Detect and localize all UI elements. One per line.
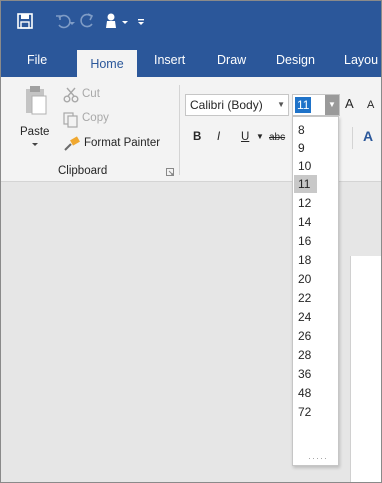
text-effects-button[interactable]: A xyxy=(363,128,373,144)
tab-home[interactable]: Home xyxy=(77,50,137,77)
copy-icon[interactable] xyxy=(63,112,79,128)
chevron-down-icon[interactable]: ▼ xyxy=(277,95,285,115)
ribbon-tabs: File Home Insert Draw Design Layou xyxy=(1,41,381,77)
font-size-option[interactable]: 10 xyxy=(294,157,317,175)
paste-dropdown-icon[interactable] xyxy=(31,142,39,148)
font-size-dropdown-list: 8 9 10 11 12 14 16 18 20 22 24 26 28 36 48 72 ····· xyxy=(292,116,339,466)
strikethrough-button[interactable]: abc xyxy=(269,132,285,143)
font-size-option[interactable]: 9 xyxy=(294,139,317,157)
tab-file[interactable]: File xyxy=(19,50,55,77)
font-size-option[interactable]: 11 xyxy=(294,175,317,193)
font-size-option[interactable]: 22 xyxy=(294,289,317,307)
font-size-option[interactable]: 26 xyxy=(294,327,317,345)
resize-grip-icon[interactable]: ····· xyxy=(308,454,328,463)
group-separator xyxy=(179,85,180,175)
cut-icon[interactable] xyxy=(63,87,79,103)
font-size-option[interactable]: 48 xyxy=(294,384,317,402)
touch-mode-icon[interactable] xyxy=(101,11,121,31)
font-size-option[interactable]: 28 xyxy=(294,346,317,364)
font-size-option[interactable]: 24 xyxy=(294,308,317,326)
save-icon[interactable] xyxy=(15,11,35,31)
tab-design[interactable]: Design xyxy=(268,50,323,77)
touch-mode-dropdown-icon[interactable] xyxy=(119,11,131,31)
font-size-box[interactable]: 11 ▼ xyxy=(292,94,340,116)
group-separator xyxy=(352,127,353,149)
tab-layout[interactable]: Layou xyxy=(336,50,381,77)
cut-label[interactable]: Cut xyxy=(82,88,100,100)
copy-label[interactable]: Copy xyxy=(82,112,109,124)
font-size-option[interactable]: 36 xyxy=(294,365,317,383)
font-size-value[interactable]: 11 xyxy=(295,97,312,113)
clipboard-group-label: Clipboard xyxy=(58,165,108,177)
font-size-option[interactable]: 72 xyxy=(294,403,317,421)
paste-label[interactable]: Paste xyxy=(20,126,49,138)
undo-dropdown-icon[interactable] xyxy=(67,11,77,31)
bold-button[interactable]: B xyxy=(193,131,201,143)
quick-access-toolbar xyxy=(1,1,381,41)
grow-font-button[interactable]: A xyxy=(345,96,354,111)
font-size-option[interactable]: 14 xyxy=(294,213,317,231)
italic-button[interactable]: I xyxy=(217,131,220,143)
redo-icon[interactable] xyxy=(77,11,97,31)
font-size-option[interactable]: 16 xyxy=(294,232,317,250)
paste-icon[interactable] xyxy=(23,84,49,116)
format-painter-label[interactable]: Format Painter xyxy=(84,137,160,149)
clipboard-dialog-launcher-icon[interactable] xyxy=(166,168,174,176)
shrink-font-button[interactable]: A xyxy=(367,99,374,111)
font-size-option[interactable]: 18 xyxy=(294,251,317,269)
word-window: File Home Insert Draw Design Layou Paste… xyxy=(0,0,382,483)
format-painter-icon[interactable] xyxy=(63,136,81,152)
font-size-option[interactable]: 8 xyxy=(294,121,317,139)
font-name-box[interactable]: Calibri (Body) ▼ xyxy=(185,94,289,116)
underline-button[interactable]: U xyxy=(241,131,249,143)
font-size-option[interactable]: 12 xyxy=(294,194,317,212)
font-size-option[interactable]: 20 xyxy=(294,270,317,288)
tab-insert[interactable]: Insert xyxy=(146,50,193,77)
font-size-dropdown-button[interactable]: ▼ xyxy=(325,95,339,115)
document-page[interactable] xyxy=(350,256,381,482)
font-name-value: Calibri (Body) xyxy=(190,98,263,112)
tab-draw[interactable]: Draw xyxy=(209,50,254,77)
underline-dropdown-icon[interactable]: ▼ xyxy=(256,132,264,141)
customize-qat-icon[interactable] xyxy=(135,11,147,31)
